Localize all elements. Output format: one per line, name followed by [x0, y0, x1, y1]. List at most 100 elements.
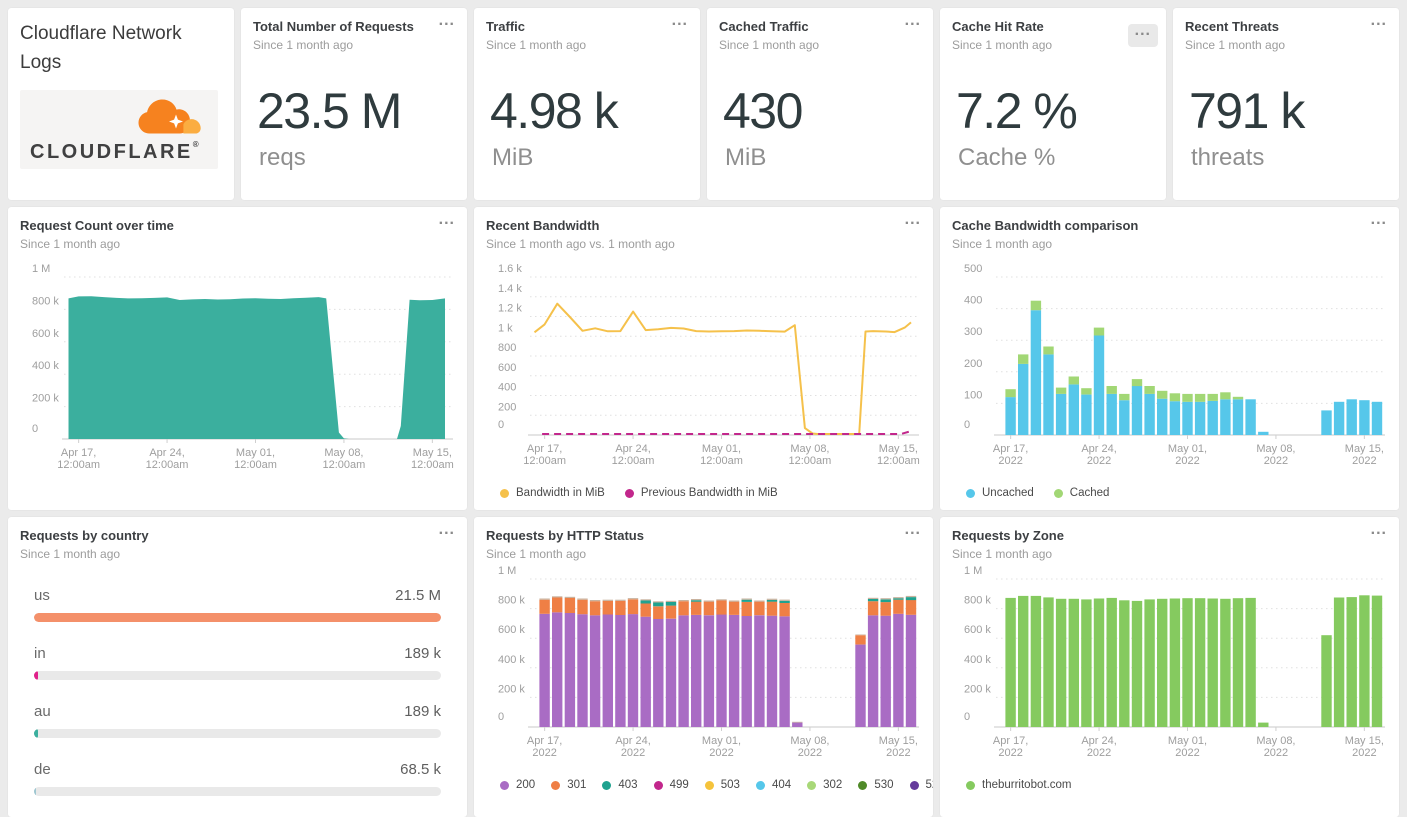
panel-menu-icon[interactable]: ...	[1127, 23, 1158, 47]
stat-unit: MiB	[725, 144, 767, 171]
stat-unit: threats	[1191, 144, 1265, 171]
svg-text:2022: 2022	[1264, 747, 1288, 759]
legend-item[interactable]: Previous Bandwidth in MiB	[624, 487, 778, 499]
svg-text:400 k: 400 k	[498, 654, 525, 666]
legend-item[interactable]: 302	[807, 779, 842, 791]
svg-text:0: 0	[498, 419, 504, 431]
svg-text:Apr 24,: Apr 24,	[1081, 735, 1116, 747]
svg-text:May 15,: May 15,	[1345, 735, 1384, 747]
country-value: 189 k	[404, 645, 441, 662]
svg-text:200: 200	[498, 401, 516, 413]
legend-item[interactable]: 301	[551, 779, 586, 791]
svg-text:400 k: 400 k	[32, 360, 59, 372]
svg-text:May 01,: May 01,	[1168, 735, 1207, 747]
http-status-chart[interactable]: 1 M800 k600 k400 k200 k0Apr 17,2022Apr 2…	[486, 561, 921, 771]
panel-menu-icon[interactable]: ...	[905, 522, 921, 538]
svg-text:2022: 2022	[1175, 455, 1199, 467]
legend-item[interactable]: Cached	[1053, 487, 1109, 499]
svg-text:400: 400	[498, 382, 516, 394]
legend-dot-icon	[909, 780, 919, 790]
charts-row-2: ... Requests by country Since 1 month ag…	[8, 517, 1399, 817]
svg-text:100: 100	[964, 389, 982, 401]
cache-bandwidth-chart[interactable]: 5004003002001000Apr 17,2022Apr 24,2022Ma…	[952, 251, 1387, 479]
svg-text:500: 500	[964, 263, 982, 275]
legend-item[interactable]: 200	[500, 779, 535, 791]
svg-text:May 08,: May 08,	[790, 735, 829, 747]
legend-label: 301	[567, 779, 587, 791]
legend-item[interactable]: 526	[909, 779, 934, 791]
legend-item[interactable]: Bandwidth in MiB	[500, 487, 605, 499]
stat-unit: MiB	[492, 144, 534, 171]
legend-item[interactable]: 403	[602, 779, 638, 791]
svg-text:1 M: 1 M	[498, 565, 516, 577]
request-count-chart[interactable]: 1 M800 k600 k400 k200 k0Apr 17,12:00amAp…	[20, 251, 455, 483]
panel-title: Recent Threats	[1185, 19, 1279, 34]
legend-item[interactable]: Uncached	[966, 487, 1034, 499]
svg-text:200: 200	[964, 358, 982, 370]
svg-text:600: 600	[498, 362, 516, 374]
panel-menu-icon[interactable]: ...	[672, 13, 688, 29]
chart-panel-requests-by-http-status: ... Requests by HTTP Status Since 1 mont…	[474, 517, 933, 817]
legend-dot-icon	[966, 780, 975, 790]
panel-menu-icon[interactable]: ...	[905, 212, 921, 228]
legend-label: 200	[516, 779, 536, 791]
legend-dot-icon	[1053, 488, 1063, 498]
panel-menu-icon[interactable]: ...	[1371, 13, 1387, 29]
cloudflare-cloud-icon	[138, 99, 201, 134]
svg-text:12:00am: 12:00am	[612, 455, 655, 467]
svg-text:1 M: 1 M	[32, 263, 50, 275]
country-value: 21.5 M	[395, 587, 441, 604]
svg-text:12:00am: 12:00am	[146, 459, 189, 471]
legend-item[interactable]: 404	[755, 779, 791, 791]
stat-unit: reqs	[259, 144, 306, 171]
legend-label: Bandwidth in MiB	[516, 487, 605, 499]
country-value: 68.5 k	[400, 761, 441, 778]
legend-item[interactable]: 499	[653, 779, 689, 791]
country-bar-track	[34, 671, 441, 680]
legend-item[interactable]: 503	[704, 779, 740, 791]
chart-legend: 200301403499503404302530526524	[486, 779, 933, 791]
panel-menu-icon[interactable]: ...	[439, 13, 455, 29]
recent-bandwidth-chart[interactable]: 1.6 k1.4 k1.2 k1 k8006004002000Apr 17,12…	[486, 251, 921, 479]
cloudflare-logo: CLOUDFLARE®	[20, 89, 218, 169]
legend-label: 526	[925, 779, 934, 791]
panel-subtitle: Since 1 month ago	[486, 38, 587, 52]
legend-item[interactable]: 530	[858, 779, 894, 791]
legend-dot-icon	[966, 488, 975, 498]
panel-menu-icon[interactable]: ...	[1371, 212, 1387, 228]
stat-value: 7.2 %	[956, 83, 1078, 139]
svg-text:400: 400	[964, 295, 982, 307]
svg-text:2022: 2022	[998, 455, 1022, 467]
svg-text:2022: 2022	[798, 747, 822, 759]
panel-menu-icon[interactable]: ...	[439, 212, 455, 228]
charts-row-1: ... Request Count over time Since 1 mont…	[8, 207, 1399, 510]
stat-value: 430	[723, 83, 803, 139]
svg-text:2022: 2022	[709, 747, 733, 759]
country-row: in 189 k	[34, 645, 441, 680]
svg-text:May 08,: May 08,	[1256, 443, 1295, 455]
svg-text:2022: 2022	[1087, 455, 1111, 467]
dashboard: Cloudflare Network Logs CLOUDFLARE® ... …	[0, 0, 1407, 817]
country-bar-track	[34, 729, 441, 738]
stat-value: 791 k	[1189, 83, 1305, 139]
zone-chart[interactable]: 1 M800 k600 k400 k200 k0Apr 17,2022Apr 2…	[952, 561, 1387, 771]
legend-item[interactable]: theburritobot.com	[966, 779, 1072, 791]
cloudflare-wordmark: CLOUDFLARE®	[30, 140, 208, 163]
svg-text:May 15,: May 15,	[1345, 443, 1384, 455]
country-bar-fill	[34, 671, 38, 680]
panel-subtitle: Since 1 month ago	[952, 237, 1053, 251]
stat-panel-traffic: ... Traffic Since 1 month ago 4.98 k MiB	[474, 8, 700, 200]
panel-subtitle: Since 1 month ago	[20, 547, 121, 561]
svg-text:Apr 17,: Apr 17,	[527, 443, 562, 455]
panel-menu-icon[interactable]: ...	[439, 522, 455, 538]
svg-text:12:00am: 12:00am	[877, 455, 920, 467]
panel-menu-icon[interactable]: ...	[905, 13, 921, 29]
panel-menu-icon[interactable]: ...	[1371, 522, 1387, 538]
svg-text:May 01,: May 01,	[1168, 443, 1207, 455]
stat-unit: Cache %	[958, 144, 1056, 171]
stat-value: 23.5 M	[257, 83, 402, 139]
legend-label: 302	[823, 779, 843, 791]
svg-text:12:00am: 12:00am	[234, 459, 277, 471]
svg-text:200 k: 200 k	[32, 393, 59, 405]
svg-text:2022: 2022	[621, 747, 645, 759]
